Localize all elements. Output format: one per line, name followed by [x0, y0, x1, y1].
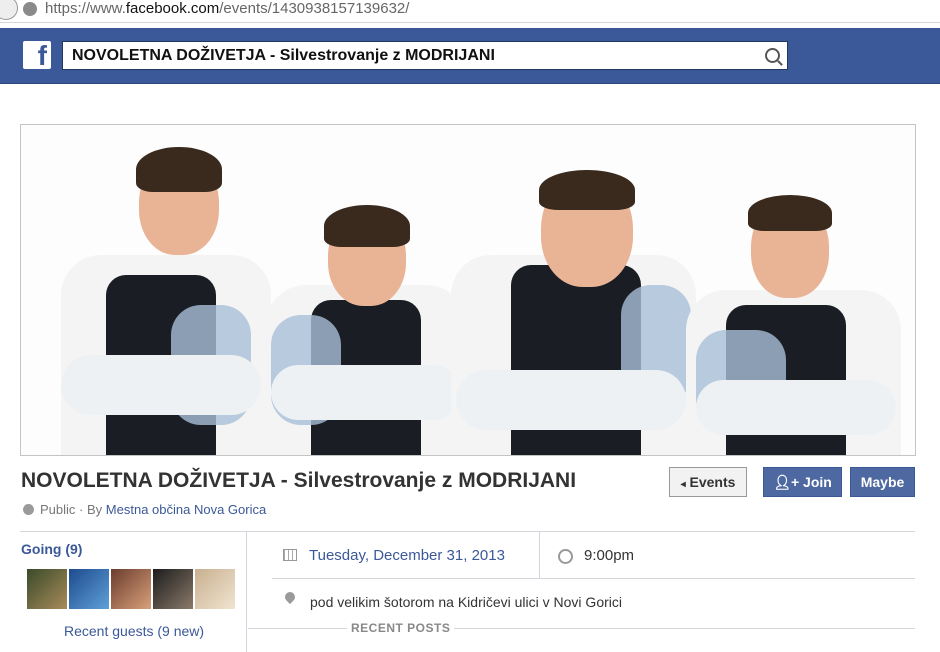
cover-person-4: [686, 190, 906, 455]
event-location: pod velikim šotorom na Kidričevi ulici v…: [310, 594, 622, 610]
event-title: NOVOLETNA DOŽIVETJA - Silvestrovanje z M…: [21, 469, 577, 492]
facebook-top-bar: f NOVOLETNA DOŽIVETJA - Silvestrovanje z…: [0, 28, 940, 84]
guest-avatar[interactable]: [195, 569, 235, 609]
chevron-left-icon: ◂: [680, 479, 686, 490]
event-meta: Public · By Mestna občina Nova Gorica: [23, 502, 266, 517]
by-label: · By: [79, 502, 103, 517]
going-panel: Going (9) Recent guests (9 new): [20, 532, 247, 652]
search-icon[interactable]: [765, 48, 780, 63]
search-input[interactable]: NOVOLETNA DOŽIVETJA - Silvestrovanje z M…: [62, 41, 788, 70]
host-link[interactable]: Mestna občina Nova Gorica: [106, 502, 266, 517]
calendar-icon: [283, 549, 297, 561]
url-path: /events/1430938157139632/: [219, 0, 410, 17]
add-person-icon: 👤︎+: [773, 474, 800, 490]
recent-posts-heading: RECENT POSTS: [347, 621, 455, 635]
cover-person-3: [441, 145, 701, 455]
url-text[interactable]: https://www.facebook.com/events/14309381…: [45, 0, 409, 17]
globe-icon: [23, 2, 37, 16]
event-time: 9:00pm: [584, 547, 635, 564]
facebook-logo-icon[interactable]: f: [23, 40, 51, 71]
url-prefix: https://www.: [45, 0, 126, 17]
back-button[interactable]: [0, 0, 18, 20]
divider: [272, 578, 915, 579]
events-button-label: Events: [689, 474, 736, 490]
events-button[interactable]: ◂ Events: [669, 467, 747, 497]
maybe-button[interactable]: Maybe: [850, 467, 915, 497]
guest-avatar[interactable]: [27, 569, 67, 609]
divider: [539, 532, 540, 578]
maybe-button-label: Maybe: [860, 474, 905, 490]
event-date[interactable]: Tuesday, December 31, 2013: [309, 547, 505, 564]
clock-icon: [558, 549, 573, 564]
globe-icon: [23, 504, 34, 515]
join-button[interactable]: 👤︎+ Join: [763, 467, 842, 497]
browser-address-bar[interactable]: https://www.facebook.com/events/14309381…: [0, 0, 940, 23]
location-pin-icon: [282, 589, 298, 605]
join-button-label: Join: [803, 474, 832, 490]
guest-avatar[interactable]: [153, 569, 193, 609]
guest-avatar[interactable]: [111, 569, 151, 609]
guest-avatar[interactable]: [69, 569, 109, 609]
recent-guests-link[interactable]: Recent guests (9 new): [64, 623, 204, 639]
cover-person-1: [51, 135, 271, 455]
url-domain: facebook.com: [125, 0, 220, 17]
event-cover-photo[interactable]: [20, 124, 916, 456]
search-query: NOVOLETNA DOŽIVETJA - Silvestrovanje z M…: [72, 47, 495, 64]
going-title[interactable]: Going (9): [21, 541, 82, 557]
cover-person-2: [266, 165, 466, 455]
logo-letter: f: [37, 40, 47, 71]
privacy-label: Public: [40, 502, 76, 517]
